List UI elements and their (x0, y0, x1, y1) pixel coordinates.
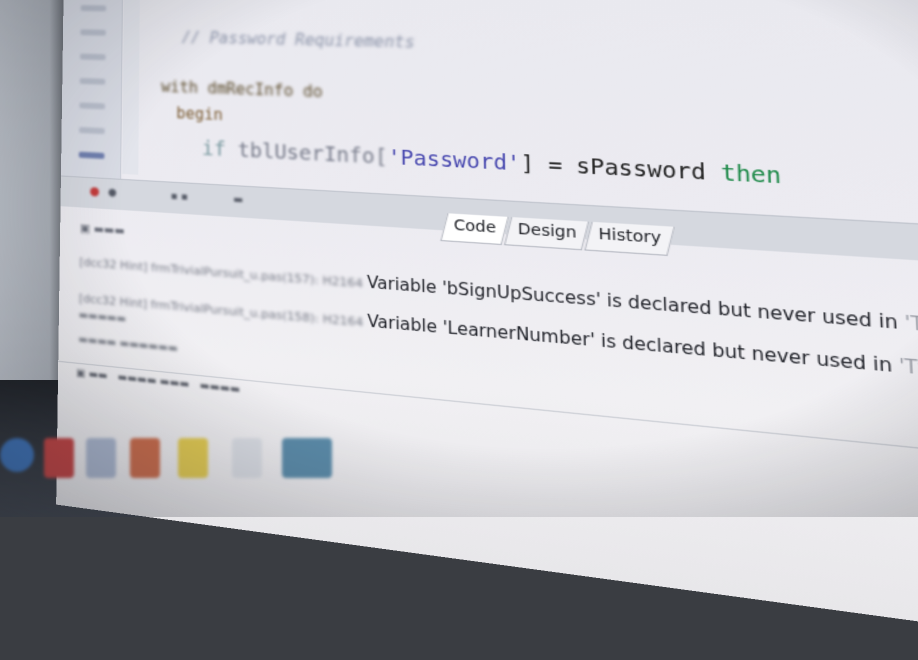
current-line-marker (78, 151, 105, 159)
folder-icon[interactable] (86, 438, 116, 478)
status-glyph: ▬ (233, 194, 244, 207)
ide-window: // Password Requirements with dmRecInfo … (56, 0, 918, 660)
line-number (80, 5, 107, 12)
browser-icon[interactable] (0, 438, 34, 472)
taskbar (0, 420, 918, 517)
tab-history[interactable]: History (584, 221, 675, 256)
operator: = (534, 152, 577, 179)
keyword-if: if (201, 137, 226, 162)
bottom-tab[interactable]: ▣ ▬▬ (76, 368, 108, 383)
message-row-blurred[interactable]: ▬▬▬▬▬ (79, 310, 127, 325)
status-glyph: ● (107, 187, 117, 199)
ide-app-icon[interactable] (282, 438, 332, 478)
app-icon[interactable] (130, 438, 160, 478)
line-number (79, 102, 106, 110)
code-line[interactable]: begin (176, 104, 223, 124)
bottom-tab[interactable]: ▬▬▬▬ ▬▬▬ (118, 372, 190, 391)
line-number (79, 77, 106, 85)
tab-code[interactable]: Code (440, 213, 509, 246)
line-number (80, 53, 106, 61)
message-suffix: 'TfrmTrivialPu (898, 355, 918, 391)
line-number (79, 127, 105, 135)
bottom-tab[interactable]: ▬▬▬▬ (200, 380, 240, 396)
app-icon[interactable] (44, 438, 74, 478)
tab-design[interactable]: Design (503, 217, 590, 251)
identifier: tblUserInfo[ (237, 139, 388, 170)
document-icon[interactable] (232, 438, 262, 478)
messages-panel-header: ▣ ▬▬▬ (79, 221, 125, 238)
code-line-current[interactable]: if tblUserInfo['Password'] = sPassword t… (202, 137, 782, 189)
status-glyph: ▪ ▪ (170, 190, 188, 203)
message-row-blurred[interactable]: ▬▬▬▬ ▬▬▬▬▬▬ (78, 334, 177, 355)
keyword-then: then (720, 160, 782, 190)
line-number (80, 29, 106, 36)
variable: sPassword (575, 154, 722, 186)
code-comment[interactable]: // Password Requirements (182, 28, 415, 51)
string-literal: 'Password' (387, 145, 521, 176)
editor-gutter (60, 0, 124, 179)
error-icon[interactable] (90, 187, 100, 197)
folder-icon[interactable] (178, 438, 208, 478)
message-prefix: [dcc32 Hint] frmTrivialPursuit_u.pas(157… (79, 255, 367, 291)
code-line[interactable]: with dmRecInfo do (161, 78, 323, 102)
bracket: ] (520, 151, 535, 177)
code-fold-gutter (122, 0, 140, 175)
message-suffix: 'TfrmTrivialP (904, 312, 918, 345)
